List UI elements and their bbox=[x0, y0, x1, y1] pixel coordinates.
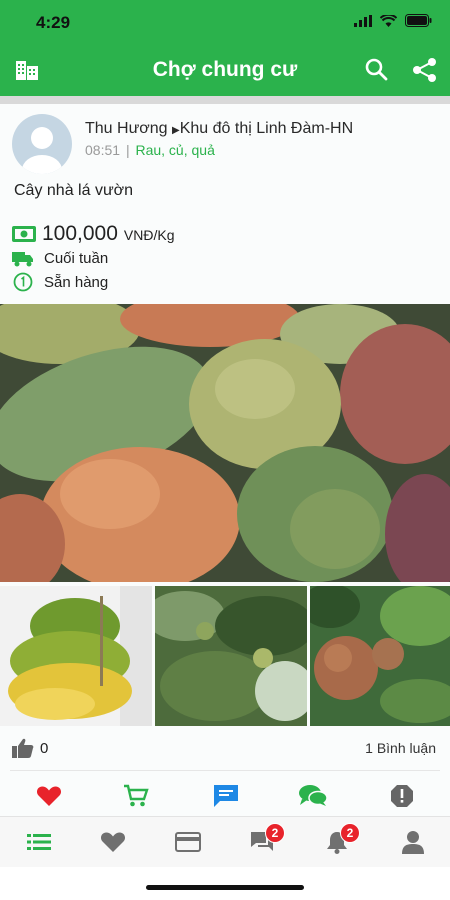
heart-icon bbox=[36, 786, 62, 806]
comment-count[interactable]: 1 Bình luận bbox=[365, 740, 436, 756]
nav-favorites[interactable] bbox=[98, 829, 128, 855]
price-row: 100,000 VNĐ/Kg bbox=[12, 222, 175, 246]
banana-photo bbox=[0, 586, 152, 726]
availability-text: Sẵn hàng bbox=[44, 273, 109, 291]
card-icon bbox=[175, 832, 201, 852]
user-placeholder-icon bbox=[22, 127, 62, 174]
search-icon[interactable] bbox=[364, 57, 388, 81]
message-icon bbox=[214, 785, 238, 807]
delivery-row: Cuối tuần bbox=[12, 250, 108, 267]
reactions-row: 0 1 Bình luận bbox=[0, 732, 450, 768]
mango-photo bbox=[0, 304, 450, 582]
report-icon bbox=[391, 785, 413, 807]
money-icon bbox=[12, 226, 36, 242]
home-indicator bbox=[146, 885, 304, 890]
like-button[interactable] bbox=[33, 782, 65, 810]
author-line: Thu Hương ▶Khu đô thị Linh Đàm-HN bbox=[85, 120, 353, 138]
price-value: 100,000 bbox=[42, 222, 118, 245]
meta-separator: | bbox=[125, 142, 130, 158]
report-button[interactable] bbox=[386, 782, 418, 810]
delivery-text: Cuối tuần bbox=[44, 250, 109, 267]
truck-icon bbox=[12, 251, 33, 266]
main-product-photo[interactable] bbox=[0, 304, 450, 582]
author-name[interactable]: Thu Hương bbox=[85, 120, 168, 137]
post-title: Cây nhà lá vườn bbox=[14, 182, 134, 199]
status-bar: 4:29 bbox=[0, 0, 450, 44]
action-bar bbox=[0, 776, 450, 816]
availability-row: Sẵn hàng bbox=[12, 272, 108, 292]
share-icon[interactable] bbox=[412, 57, 438, 83]
tree-photo bbox=[155, 586, 307, 726]
list-icon bbox=[27, 834, 51, 850]
stock-number-icon bbox=[13, 272, 33, 292]
thumbnail-fruit[interactable] bbox=[310, 586, 450, 726]
nav-messages[interactable]: 2 bbox=[247, 823, 285, 855]
thumbs-up-icon[interactable] bbox=[12, 738, 34, 758]
nav-notifications[interactable]: 2 bbox=[322, 823, 360, 855]
status-time: 4:29 bbox=[36, 13, 71, 32]
user-icon bbox=[402, 831, 424, 854]
cart-icon bbox=[124, 784, 149, 807]
post-meta: 08:51 | Rau, củ, quả bbox=[85, 142, 215, 158]
divider bbox=[10, 770, 440, 771]
like-count: 0 bbox=[40, 740, 49, 757]
nav-profile[interactable] bbox=[398, 829, 428, 855]
header-divider bbox=[0, 96, 450, 104]
bottom-nav: 2 2 bbox=[0, 816, 450, 867]
messages-badge: 2 bbox=[265, 823, 285, 843]
chat-icon bbox=[299, 785, 328, 806]
app-header: Chợ chung cư bbox=[0, 44, 450, 96]
wifi-icon bbox=[380, 14, 397, 27]
fruit-photo bbox=[310, 586, 450, 726]
signal-icon bbox=[354, 14, 372, 27]
chat-button[interactable] bbox=[297, 782, 329, 810]
avatar[interactable] bbox=[12, 114, 72, 174]
author-location[interactable]: Khu đô thị Linh Đàm-HN bbox=[180, 120, 353, 137]
nav-payment[interactable] bbox=[173, 829, 203, 855]
post-card[interactable]: Thu Hương ▶Khu đô thị Linh Đàm-HN 08:51 … bbox=[0, 104, 450, 816]
status-icons bbox=[354, 14, 432, 27]
location-arrow-icon: ▶ bbox=[172, 125, 180, 136]
price-unit: VNĐ/Kg bbox=[123, 227, 175, 243]
add-to-cart-button[interactable] bbox=[120, 782, 152, 810]
battery-icon bbox=[405, 14, 432, 27]
thumbnail-bananas[interactable] bbox=[0, 586, 152, 726]
notifications-badge: 2 bbox=[340, 823, 360, 843]
heart-icon bbox=[100, 832, 126, 852]
message-button[interactable] bbox=[210, 782, 242, 810]
post-category[interactable]: Rau, củ, quả bbox=[135, 142, 214, 158]
post-time: 08:51 bbox=[85, 142, 121, 158]
thumbnail-tree[interactable] bbox=[155, 586, 307, 726]
nav-feed[interactable] bbox=[24, 829, 54, 855]
